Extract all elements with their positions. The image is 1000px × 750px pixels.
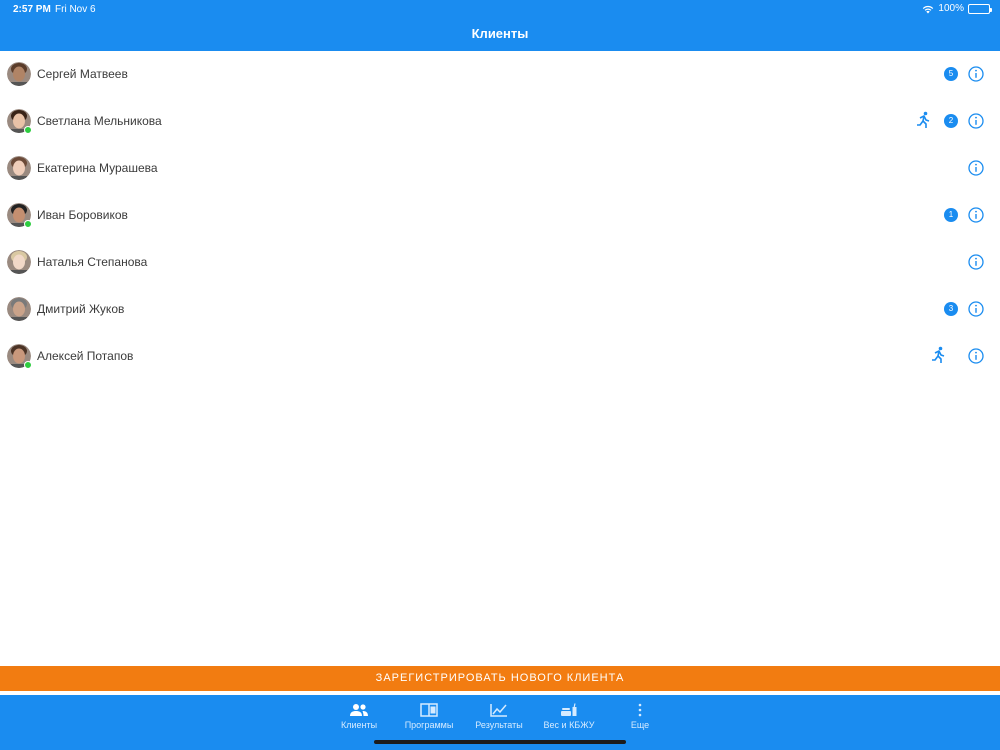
tab-label: Еще — [630, 720, 650, 730]
info-icon[interactable] — [968, 348, 984, 364]
battery-percent: 100% — [938, 3, 964, 14]
client-row[interactable]: Екатерина Мурашева — [0, 145, 1000, 192]
tab-more[interactable]: Еще — [605, 703, 675, 730]
status-date: Fri Nov 6 — [55, 4, 96, 15]
avatar — [7, 297, 31, 321]
notification-badge: 3 — [944, 302, 958, 316]
client-name: Светлана Мельникова — [37, 114, 162, 128]
info-icon[interactable] — [968, 207, 984, 223]
client-row[interactable]: Сергей Матвеев 5 — [0, 51, 1000, 98]
tab-weight[interactable]: Вес и КБЖУ — [534, 703, 604, 730]
home-indicator[interactable] — [374, 740, 626, 744]
client-row[interactable]: Наталья Степанова — [0, 239, 1000, 286]
top-bar: 2:57 PM Fri Nov 6 100% Клиенты — [0, 0, 1000, 51]
avatar — [7, 109, 32, 134]
clients-screen: 2:57 PM Fri Nov 6 100% Клиенты Сергей Ма… — [0, 0, 1000, 750]
tab-clients[interactable]: Клиенты — [324, 703, 394, 730]
book-icon — [420, 703, 438, 717]
avatar — [7, 250, 31, 274]
info-icon[interactable] — [968, 160, 984, 176]
status-bar: 2:57 PM Fri Nov 6 100% — [0, 0, 1000, 18]
info-icon[interactable] — [968, 301, 984, 317]
wifi-icon — [923, 5, 934, 13]
tab-label: Клиенты — [340, 720, 378, 730]
running-icon — [916, 111, 932, 129]
online-indicator — [24, 220, 32, 228]
online-indicator — [24, 361, 32, 369]
client-row[interactable]: Светлана Мельникова 2 — [0, 98, 1000, 145]
notification-badge: 2 — [944, 114, 958, 128]
notification-badge: 1 — [944, 208, 958, 222]
page-title: Клиенты — [471, 26, 529, 41]
avatar — [7, 344, 32, 369]
client-name: Екатерина Мурашева — [37, 161, 158, 175]
avatar — [7, 203, 32, 228]
avatar — [7, 156, 31, 180]
notification-badge: 5 — [944, 67, 958, 81]
tab-results[interactable]: Результаты — [464, 703, 534, 730]
client-name: Дмитрий Жуков — [37, 302, 125, 316]
tab-label: Программы — [404, 720, 454, 730]
running-icon — [931, 346, 947, 364]
client-list: Сергей Матвеев 5 Светлана Мельникова 2 Екате… — [0, 51, 1000, 380]
client-name: Алексей Потапов — [37, 349, 134, 363]
more-icon — [638, 703, 642, 717]
client-row[interactable]: Алексей Потапов — [0, 333, 1000, 380]
battery-icon — [968, 3, 992, 14]
people-icon — [350, 704, 368, 716]
online-indicator — [24, 126, 32, 134]
avatar — [7, 62, 31, 86]
client-row[interactable]: Иван Боровиков 1 — [0, 192, 1000, 239]
client-name: Сергей Матвеев — [37, 67, 128, 81]
client-name: Иван Боровиков — [37, 208, 128, 222]
client-name: Наталья Степанова — [37, 255, 148, 269]
client-row[interactable]: Дмитрий Жуков 3 — [0, 286, 1000, 333]
register-new-client-button[interactable]: ЗАРЕГИСТРИРОВАТЬ НОВОГО КЛИЕНТА — [0, 666, 1000, 691]
food-icon — [561, 703, 577, 716]
info-icon[interactable] — [968, 113, 984, 129]
info-icon[interactable] — [968, 66, 984, 82]
status-time: 2:57 PM — [13, 4, 51, 15]
tab-label: Результаты — [475, 720, 523, 730]
info-icon[interactable] — [968, 254, 984, 270]
chart-icon — [490, 704, 507, 717]
status-right: 100% — [922, 3, 992, 14]
tab-label: Вес и КБЖУ — [543, 720, 595, 730]
tab-programs[interactable]: Программы — [394, 703, 464, 730]
